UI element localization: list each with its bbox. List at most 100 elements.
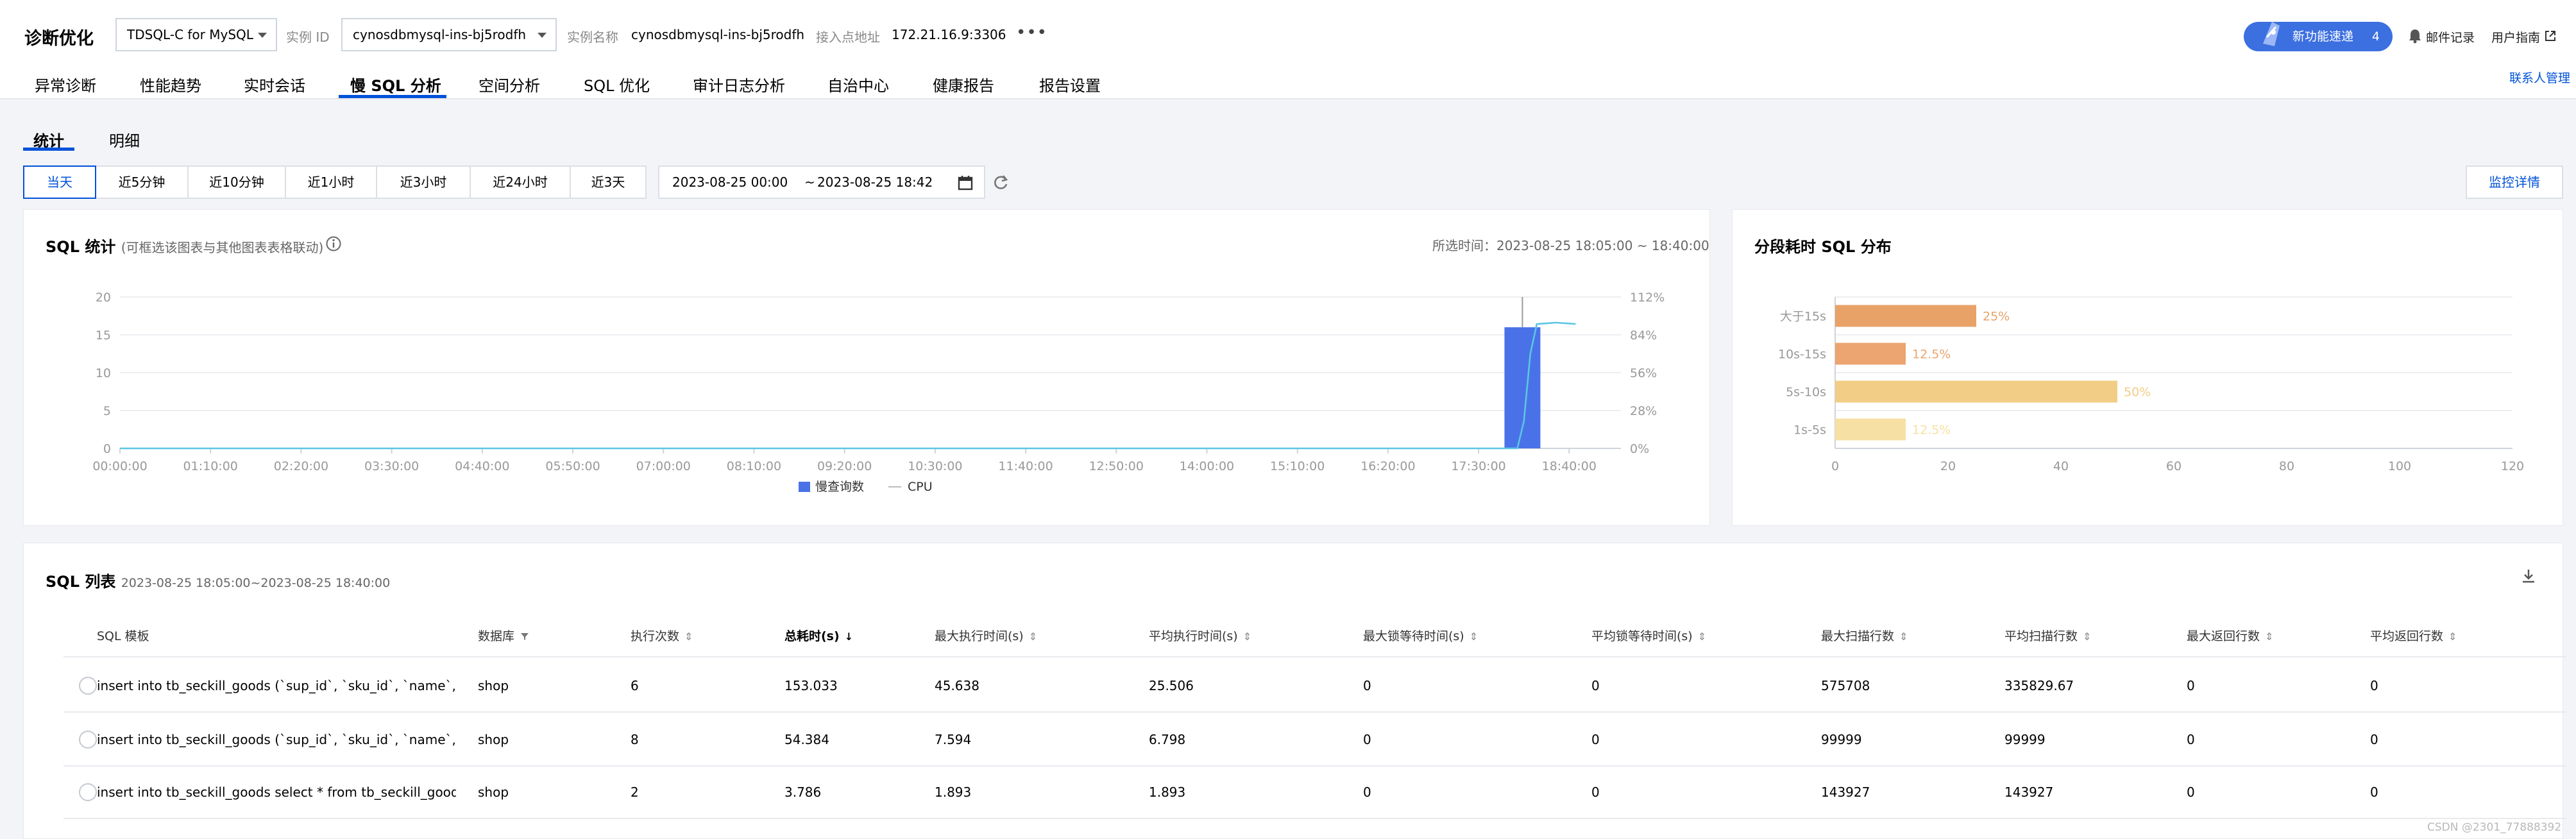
col-max-return[interactable]: 最大返回行数 ⇕	[2187, 627, 2273, 644]
col-avg-return[interactable]: 平均返回行数 ⇕	[2370, 627, 2457, 644]
dist-bar	[1835, 380, 2117, 403]
x-tick: 12:50:00	[1089, 459, 1144, 473]
time-3h-button[interactable]: 近3小时	[376, 165, 471, 199]
x-tick: 0	[1831, 459, 1839, 473]
date-end: 2023-08-25 18:42	[817, 174, 933, 190]
col-max-lock[interactable]: 最大锁等待时间(s) ⇕	[1363, 627, 1478, 644]
table-cell[interactable]: insert into tb_seckill_goods select * fr…	[97, 784, 456, 800]
row-radio[interactable]	[79, 731, 97, 749]
time-10min-button[interactable]: 近10分钟	[187, 165, 286, 199]
table-cell: shop	[478, 784, 509, 800]
more-icon[interactable]: •••	[1016, 23, 1047, 42]
instance-id-select[interactable]: cynosdbmysql-ins-bj5rodfh	[341, 18, 557, 51]
table-cell: 99999	[2004, 732, 2046, 747]
refresh-icon[interactable]	[992, 173, 1010, 191]
active-subtab-indicator	[23, 148, 74, 151]
col-avg-exec-label: 平均执行时间(s)	[1149, 629, 1238, 643]
sort-icon[interactable]: ⇕	[684, 631, 693, 643]
row-radio[interactable]	[79, 783, 97, 801]
x-tick: 80	[2279, 459, 2294, 473]
table-cell: 0	[2187, 784, 2195, 800]
sql-stats-chart[interactable]: 0 5 10 15 20 0% 28% 56% 84% 112% 00:00:00 01:10:00 0…	[24, 210, 1711, 527]
tab-autonomy-center[interactable]: 自治中心	[827, 73, 889, 96]
table-cell: 3.786	[784, 784, 822, 800]
monitor-details-button[interactable]: 监控详情	[2466, 165, 2563, 199]
sort-icon[interactable]: ⇕	[2448, 631, 2457, 643]
row-divider	[64, 711, 2566, 713]
x-tick: 17:30:00	[1451, 459, 1505, 473]
sort-icon[interactable]: ⇕	[1029, 631, 1037, 643]
time-1h-button[interactable]: 近1小时	[285, 165, 377, 199]
x-tick: 05:50:00	[545, 459, 600, 473]
subtab-details[interactable]: 明细	[109, 128, 140, 151]
col-total-time-label: 总耗时(s)	[784, 629, 840, 643]
x-tick: 00:00:00	[92, 459, 147, 473]
time-3d-button[interactable]: 近3天	[570, 165, 647, 199]
sort-icon[interactable]: ⇕	[1698, 631, 1706, 643]
table-cell: 153.033	[784, 678, 838, 693]
tab-report-settings[interactable]: 报告设置	[1039, 73, 1101, 96]
col-total-time[interactable]: 总耗时(s) ↓	[784, 627, 853, 644]
col-avg-scan[interactable]: 平均扫描行数 ⇕	[2004, 627, 2091, 644]
col-avg-exec[interactable]: 平均执行时间(s) ⇕	[1149, 627, 1251, 644]
new-feature-count: 4	[2371, 30, 2380, 44]
tab-slow-sql-analysis[interactable]: 慢 SQL 分析	[350, 73, 441, 96]
active-tab-indicator	[339, 95, 446, 98]
col-max-scan[interactable]: 最大扫描行数 ⇕	[1821, 627, 1908, 644]
mail-records-link[interactable]: 邮件记录	[2426, 28, 2475, 46]
sort-icon[interactable]: ⇕	[1899, 631, 1908, 643]
date-range-picker[interactable]: 2023-08-25 00:00 ~ 2023-08-25 18:42	[658, 165, 985, 199]
table-cell: 6.798	[1149, 732, 1186, 747]
watermark: CSDN @2301_77888392	[2427, 821, 2562, 834]
col-avg-lock[interactable]: 平均锁等待时间(s) ⇕	[1591, 627, 1706, 644]
x-tick: 09:20:00	[817, 459, 872, 473]
bar-value-label: 50%	[2124, 386, 2151, 400]
tab-realtime-session[interactable]: 实时会话	[244, 73, 305, 96]
tab-anomaly-diagnosis[interactable]: 异常诊断	[35, 73, 96, 96]
y-left-tick: 15	[96, 328, 111, 343]
table-cell[interactable]: insert into tb_seckill_goods (`sup_id`, …	[97, 732, 456, 747]
calendar-icon[interactable]	[957, 174, 974, 191]
db-type-value: TDSQL-C for MySQL	[127, 27, 253, 42]
table-cell: 0	[1363, 678, 1371, 693]
tab-space-analysis[interactable]: 空间分析	[479, 73, 540, 96]
legend-slow-swatch	[799, 482, 810, 492]
dist-bar	[1835, 305, 1976, 327]
line-cpu	[120, 321, 1576, 450]
new-feature-button[interactable]: 新功能速递 4	[2244, 22, 2393, 51]
date-separator: ~	[804, 174, 815, 190]
time-5min-button[interactable]: 近5分钟	[95, 165, 189, 199]
col-database[interactable]: 数据库	[478, 627, 530, 644]
x-tick: 08:10:00	[727, 459, 781, 473]
contact-management-link[interactable]: 联系人管理	[2509, 69, 2570, 86]
tab-performance-trend[interactable]: 性能趋势	[140, 73, 201, 96]
dist-card: 分段耗时 SQL 分布 0 20 40 60 80 100 120 大于15s 25% 10s-1…	[1732, 209, 2563, 526]
sort-icon[interactable]: ⇕	[1243, 631, 1251, 643]
col-exec-count[interactable]: 执行次数 ⇕	[631, 627, 693, 644]
col-max-return-label: 最大返回行数	[2187, 629, 2260, 643]
sort-icon[interactable]: ⇕	[1470, 631, 1478, 643]
sql-list-title: SQL 列表 2023-08-25 18:05:00~2023-08-25 18…	[46, 569, 390, 591]
filter-icon[interactable]	[520, 631, 530, 641]
table-cell[interactable]: insert into tb_seckill_goods (`sup_id`, …	[97, 678, 456, 693]
tab-health-report[interactable]: 健康报告	[933, 73, 994, 96]
sort-desc-icon[interactable]: ↓	[845, 631, 853, 643]
time-today-button[interactable]: 当天	[23, 165, 96, 199]
instance-name-value: cynosdbmysql-ins-bj5rodfh	[631, 27, 805, 42]
user-guide-link[interactable]: 用户指南	[2491, 28, 2540, 46]
db-type-select[interactable]: TDSQL-C for MySQL	[115, 18, 277, 51]
sort-icon[interactable]: ⇕	[2083, 631, 2091, 643]
bar-value-label: 12.5%	[1912, 423, 1951, 437]
download-icon[interactable]	[2520, 568, 2537, 584]
col-max-exec[interactable]: 最大执行时间(s) ⇕	[935, 627, 1037, 644]
col-avg-lock-label: 平均锁等待时间(s)	[1591, 629, 1693, 643]
table-cell: 575708	[1821, 678, 1870, 693]
col-avg-scan-label: 平均扫描行数	[2004, 629, 2078, 643]
legend-slow-label: 慢查询数	[815, 480, 864, 494]
sort-icon[interactable]: ⇕	[2265, 631, 2273, 643]
row-radio[interactable]	[79, 677, 97, 695]
tab-audit-log-analysis[interactable]: 审计日志分析	[693, 73, 785, 96]
tab-sql-optimization[interactable]: SQL 优化	[584, 73, 650, 96]
dist-chart[interactable]: 0 20 40 60 80 100 120 大于15s 25% 10s-15s 12.5% 5s-10…	[1733, 210, 2564, 527]
time-24h-button[interactable]: 近24小时	[470, 165, 571, 199]
